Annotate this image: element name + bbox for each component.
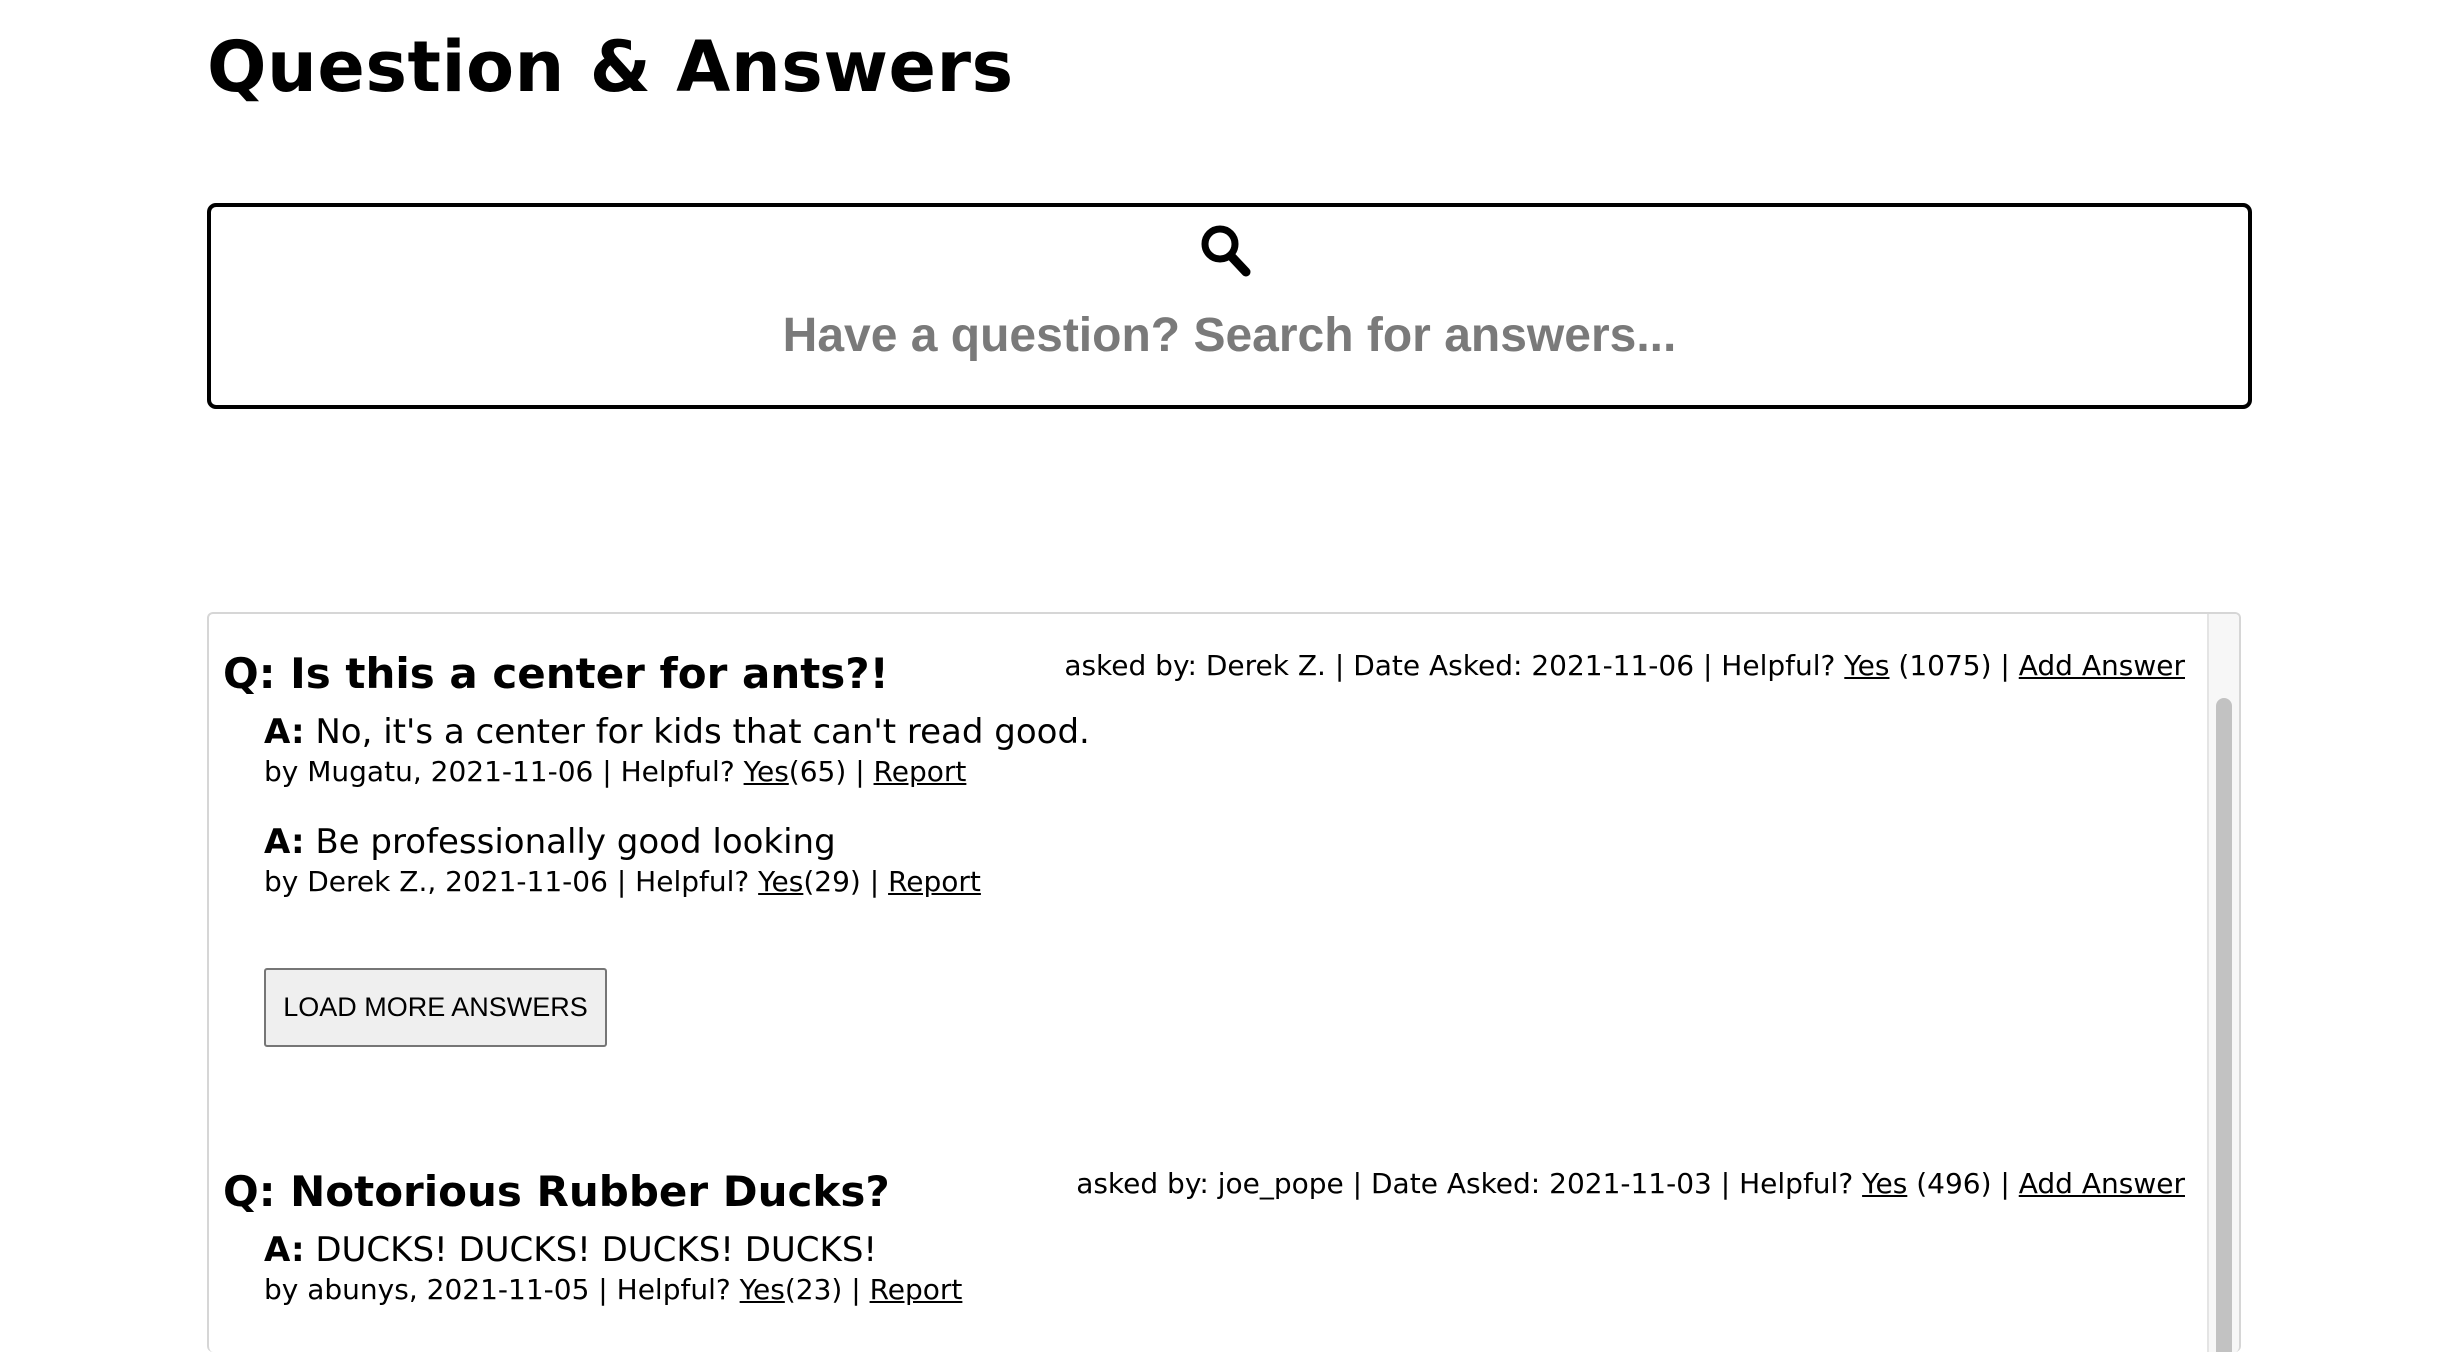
question-helpful-count: (496) (1916, 1167, 1992, 1200)
helpful-label: Helpful? (620, 755, 735, 788)
answer-body: A: DUCKS! DUCKS! DUCKS! DUCKS! (264, 1228, 962, 1272)
add-answer-link[interactable]: Add Answer (2019, 1167, 2185, 1200)
answer-item: A: No, it's a center for kids that can't… (264, 710, 1090, 790)
question-meta: asked by: Derek Z. | Date Asked: 2021-11… (1064, 646, 2185, 686)
asked-by-label: asked by: (1064, 649, 1197, 682)
by-label: by (264, 755, 299, 788)
answer-helpful-count: (65) (788, 755, 847, 788)
helpful-label: Helpful? (1721, 649, 1836, 682)
answer-item: A: Be professionally good looking by Der… (264, 820, 981, 900)
separator: | (598, 1273, 608, 1306)
questions-list[interactable]: Q: Is this a center for ants?! asked by:… (207, 612, 2241, 1352)
answer-prefix: A: (264, 1230, 305, 1270)
question-date: 2021-11-03 (1549, 1167, 1712, 1200)
separator: | (2000, 1167, 2010, 1200)
answer-date: 2021-11-06 (430, 755, 594, 788)
question-title: Q: Notorious Rubber Ducks? (223, 1162, 890, 1222)
answer-meta: by abunys, 2021-11-05 | Helpful? Yes(23)… (264, 1273, 963, 1306)
search-icon (1201, 225, 1251, 277)
separator: | (1334, 649, 1345, 682)
separator: | (869, 865, 880, 898)
question-title: Q: Is this a center for ants?! (223, 644, 889, 704)
search-input[interactable] (211, 300, 2248, 370)
scrollbar-thumb[interactable] (2216, 698, 2232, 1352)
helpful-label: Helpful? (616, 1273, 731, 1306)
answer-text: DUCKS! DUCKS! DUCKS! DUCKS! (315, 1230, 878, 1270)
separator: | (602, 755, 612, 788)
by-label: by (264, 1273, 299, 1306)
separator: | (1702, 649, 1713, 682)
question-prefix: Q: (223, 649, 276, 698)
answer-helpful-yes-link[interactable]: Yes (744, 755, 789, 788)
separator: | (1720, 1167, 1731, 1200)
answer-text: No, it's a center for kids that can't re… (315, 712, 1090, 752)
question-helpful-yes-link[interactable]: Yes (1844, 649, 1889, 682)
answer-date: 2021-11-05 (426, 1273, 590, 1306)
answer-helpful-count: (23) (784, 1273, 843, 1306)
by-label: by (264, 865, 299, 898)
question-meta: asked by: joe_pope | Date Asked: 2021-11… (1076, 1164, 2185, 1204)
question-prefix: Q: (223, 1167, 276, 1216)
report-link[interactable]: Report (874, 755, 967, 788)
separator: | (2000, 649, 2010, 682)
separator: | (855, 755, 865, 788)
answer-meta: by Derek Z., 2021-11-06 | Helpful? Yes(2… (264, 865, 981, 898)
answer-helpful-yes-link[interactable]: Yes (740, 1273, 785, 1306)
question-text: Is this a center for ants?! (290, 649, 889, 698)
separator: | (851, 1273, 861, 1306)
answer-meta: by Mugatu, 2021-11-06 | Helpful? Yes(65)… (264, 755, 967, 788)
answer-prefix: A: (264, 712, 305, 752)
question-item: Q: Is this a center for ants?! asked by:… (209, 644, 2199, 1047)
question-helpful-count: (1075) (1898, 649, 1992, 682)
answer-text: Be professionally good looking (315, 822, 836, 862)
answer-date: 2021-11-06 (445, 865, 608, 898)
question-text: Notorious Rubber Ducks? (290, 1167, 890, 1216)
report-link[interactable]: Report (888, 865, 981, 898)
asker-name: joe_pope (1217, 1167, 1344, 1200)
answer-author: Derek Z. (307, 865, 428, 898)
page-title: Question & Answers (207, 26, 1014, 108)
answer-author: abunys (307, 1273, 409, 1306)
question-helpful-yes-link[interactable]: Yes (1862, 1167, 1907, 1200)
answer-item: A: DUCKS! DUCKS! DUCKS! DUCKS! by abunys… (264, 1228, 962, 1308)
answer-body: A: No, it's a center for kids that can't… (264, 710, 1090, 754)
asked-by-label: asked by: (1076, 1167, 1209, 1200)
answer-author: Mugatu (307, 755, 413, 788)
helpful-label: Helpful? (635, 865, 750, 898)
helpful-label: Helpful? (1739, 1167, 1854, 1200)
question-date: 2021-11-06 (1531, 649, 1695, 682)
separator: | (1352, 1167, 1363, 1200)
load-more-answers-button[interactable]: LOAD MORE ANSWERS (264, 968, 607, 1047)
separator: | (616, 865, 627, 898)
add-answer-link[interactable]: Add Answer (2019, 649, 2185, 682)
answer-helpful-count: (29) (803, 865, 861, 898)
answer-body: A: Be professionally good looking (264, 820, 981, 864)
scrollbar[interactable] (2207, 614, 2239, 1352)
report-link[interactable]: Report (870, 1273, 963, 1306)
asker-name: Derek Z. (1205, 649, 1326, 682)
question-item: Q: Notorious Rubber Ducks? asked by: joe… (209, 1162, 2199, 1352)
answer-helpful-yes-link[interactable]: Yes (758, 865, 803, 898)
answer-prefix: A: (264, 822, 305, 862)
date-asked-label: Date Asked: (1353, 649, 1523, 682)
date-asked-label: Date Asked: (1371, 1167, 1541, 1200)
